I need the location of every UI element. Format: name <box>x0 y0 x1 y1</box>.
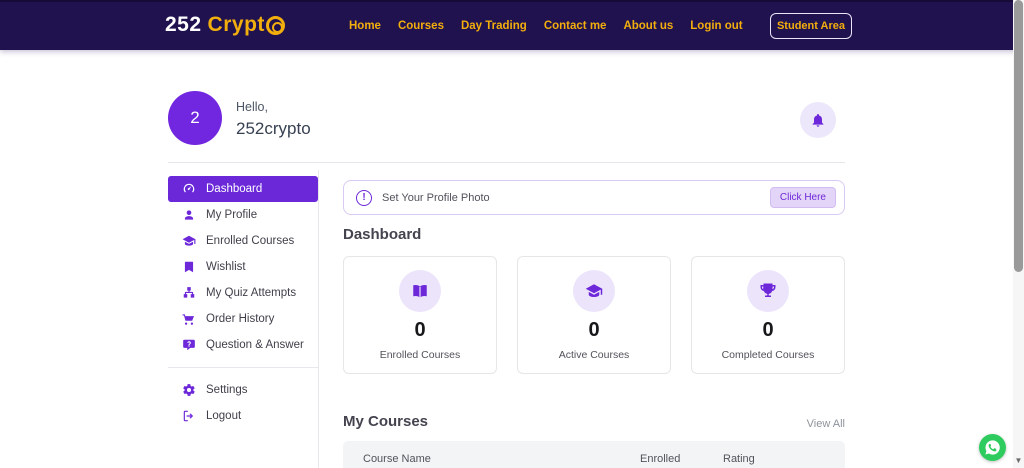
sidebar-item-label: Settings <box>206 384 248 396</box>
scrollbar-down-arrow[interactable]: ▼ <box>1013 456 1024 466</box>
nav-links: Home Courses Day Trading Contact me Abou… <box>349 20 743 32</box>
gear-icon <box>182 383 196 397</box>
sidebar-item-label: Wishlist <box>206 261 246 273</box>
sidebar-item-order-history[interactable]: Order History <box>168 306 318 332</box>
stat-value: 0 <box>762 319 773 342</box>
courses-table-header: Course Name Enrolled Rating <box>343 441 845 468</box>
nav-link-login-out[interactable]: Login out <box>690 20 742 32</box>
logo-word: Crypt <box>208 13 265 37</box>
sidebar-divider <box>318 170 319 468</box>
dashboard-gauge-icon <box>182 182 196 196</box>
site-logo[interactable]: 252 Crypt <box>165 13 285 37</box>
sidebar-item-my-profile[interactable]: My Profile <box>168 202 318 228</box>
sidebar-item-settings[interactable]: Settings <box>168 377 318 403</box>
sidebar-item-my-quiz-attempts[interactable]: My Quiz Attempts <box>168 280 318 306</box>
alert-text: Set Your Profile Photo <box>382 192 770 204</box>
notifications-button[interactable] <box>800 102 836 138</box>
question-bubble-icon <box>182 338 196 352</box>
avatar: 2 <box>168 91 222 145</box>
coin-icon <box>266 16 285 35</box>
click-here-button[interactable]: Click Here <box>770 187 836 208</box>
cart-icon <box>182 312 196 326</box>
bell-icon <box>810 112 826 128</box>
sidebar-item-label: Order History <box>206 313 274 325</box>
graduation-cap-icon <box>182 234 196 248</box>
sidebar-item-enrolled-courses[interactable]: Enrolled Courses <box>168 228 318 254</box>
stat-icon-circle <box>747 270 789 312</box>
sidebar-item-label: Enrolled Courses <box>206 235 294 247</box>
column-rating: Rating <box>723 441 845 465</box>
logout-icon <box>182 409 196 423</box>
nav-link-day-trading[interactable]: Day Trading <box>461 20 527 32</box>
view-all-link[interactable]: View All <box>807 418 845 430</box>
exclamation-circle-icon: ! <box>356 190 372 206</box>
sidebar-item-label: Logout <box>206 410 241 422</box>
graduation-cap-icon <box>585 282 603 300</box>
trophy-icon <box>759 282 777 300</box>
sidebar-item-wishlist[interactable]: Wishlist <box>168 254 318 280</box>
main-content: ! Set Your Profile Photo Click Here Dash… <box>343 180 845 468</box>
sidebar-item-logout[interactable]: Logout <box>168 403 318 429</box>
sitemap-icon <box>182 286 196 300</box>
stat-card-active-courses: 0 Active Courses <box>517 256 671 374</box>
avatar-initial: 2 <box>190 108 199 128</box>
page-scrollbar[interactable]: ▼ <box>1013 0 1024 468</box>
profile-photo-alert: ! Set Your Profile Photo Click Here <box>343 180 845 215</box>
stat-label: Enrolled Courses <box>380 349 461 361</box>
nav-link-contact-me[interactable]: Contact me <box>544 20 607 32</box>
my-courses-title: My Courses <box>343 413 428 430</box>
header-divider <box>168 162 845 163</box>
stat-card-completed-courses: 0 Completed Courses <box>691 256 845 374</box>
whatsapp-icon <box>984 439 1001 456</box>
column-course-name: Course Name <box>343 441 640 465</box>
nav-link-about-us[interactable]: About us <box>623 20 673 32</box>
student-area-button[interactable]: Student Area <box>770 13 852 39</box>
nav-link-home[interactable]: Home <box>349 20 381 32</box>
bookmark-icon <box>182 260 196 274</box>
sidebar-section-divider <box>168 367 318 368</box>
sidebar-item-label: My Quiz Attempts <box>206 287 296 299</box>
stat-card-enrolled-courses: 0 Enrolled Courses <box>343 256 497 374</box>
stat-label: Completed Courses <box>722 349 815 361</box>
sidebar-item-question-answer[interactable]: Question & Answer <box>168 332 318 358</box>
stat-cards: 0 Enrolled Courses 0 Active Courses 0 Co… <box>343 256 845 374</box>
whatsapp-button[interactable] <box>979 434 1006 461</box>
sidebar-item-label: Question & Answer <box>206 339 304 351</box>
dashboard-sidebar: Dashboard My Profile Enrolled Courses Wi… <box>168 176 318 429</box>
dashboard-title: Dashboard <box>343 226 845 243</box>
open-book-icon <box>411 282 429 300</box>
stat-label: Active Courses <box>559 349 630 361</box>
page: 252 Crypt Home Courses Day Trading Conta… <box>0 0 1024 468</box>
my-courses-header: My Courses View All <box>343 412 845 430</box>
stat-icon-circle <box>399 270 441 312</box>
top-navbar: 252 Crypt Home Courses Day Trading Conta… <box>0 0 1024 50</box>
stat-value: 0 <box>588 319 599 342</box>
greeting-hello: Hello, <box>236 100 268 114</box>
nav-link-courses[interactable]: Courses <box>398 20 444 32</box>
sidebar-item-dashboard[interactable]: Dashboard <box>168 176 318 202</box>
sidebar-item-label: Dashboard <box>206 183 262 195</box>
greeting-username: 252crypto <box>236 119 311 139</box>
stat-value: 0 <box>414 319 425 342</box>
user-icon <box>182 208 196 222</box>
stat-icon-circle <box>573 270 615 312</box>
scrollbar-thumb[interactable] <box>1014 0 1023 272</box>
logo-number: 252 <box>165 13 202 37</box>
sidebar-item-label: My Profile <box>206 209 257 221</box>
column-enrolled: Enrolled <box>640 441 723 465</box>
